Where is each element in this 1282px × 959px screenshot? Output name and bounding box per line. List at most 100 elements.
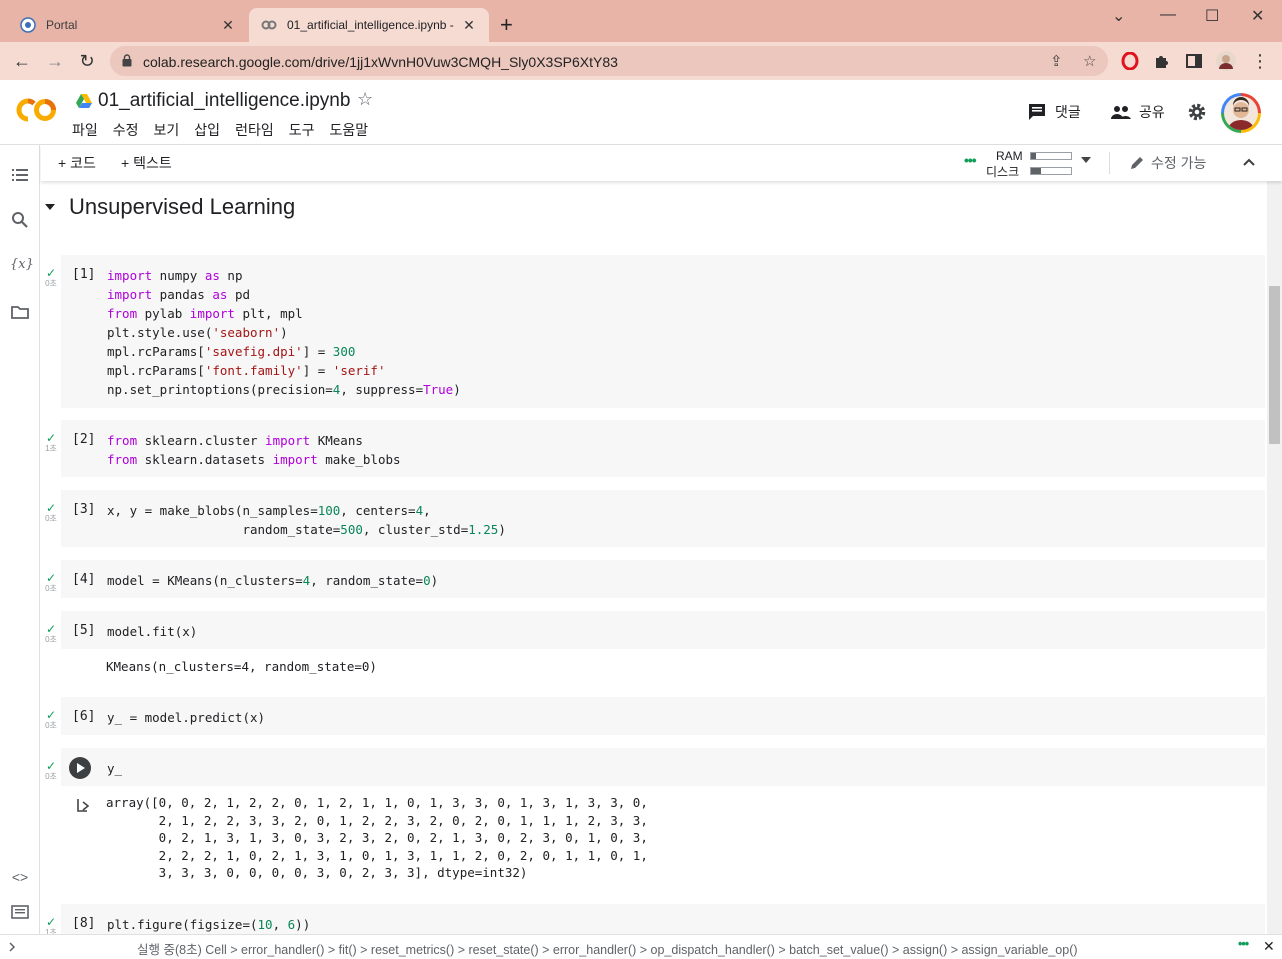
- menu-help[interactable]: 도움말: [329, 120, 368, 140]
- run-cell-play-icon[interactable]: [69, 757, 91, 779]
- code-cell[interactable]: y_: [61, 748, 1265, 786]
- cell-output: KMeans(n_clusters=4, random_state=0): [106, 659, 377, 674]
- reload-icon[interactable]: ↻: [76, 50, 98, 72]
- running-dots-icon: •••: [1238, 937, 1249, 951]
- editable-mode-button[interactable]: 수정 가능: [1129, 153, 1206, 173]
- check-icon: ✓: [45, 708, 57, 722]
- minimize-icon[interactable]: —: [1160, 6, 1176, 24]
- window-close-icon[interactable]: ✕: [1251, 6, 1264, 26]
- tab-portal[interactable]: Portal ✕: [8, 8, 248, 42]
- code-cell[interactable]: [6] y_ = model.predict(x): [61, 697, 1265, 735]
- cell-code[interactable]: import numpy as np import pandas as pd f…: [107, 266, 461, 399]
- scrollbar-thumb[interactable]: [1269, 286, 1280, 444]
- variables-icon[interactable]: {x}: [10, 255, 34, 275]
- ram-meter: [1030, 152, 1072, 160]
- code-cell[interactable]: [4] model = KMeans(n_clusters=4, random_…: [61, 560, 1265, 598]
- code-cell[interactable]: [5] model.fit(x): [61, 611, 1265, 649]
- check-icon: ✓: [45, 622, 57, 636]
- section-heading[interactable]: Unsupervised Learning: [45, 194, 295, 220]
- cell-code[interactable]: from sklearn.cluster import KMeans from …: [107, 431, 401, 469]
- check-icon: ✓: [45, 571, 57, 585]
- cell-output: array([0, 0, 2, 1, 2, 2, 0, 1, 2, 1, 1, …: [106, 795, 648, 880]
- code-cell[interactable]: [2] from sklearn.cluster import KMeans f…: [61, 420, 1265, 477]
- colab-logo-icon[interactable]: [14, 96, 58, 124]
- cell-code[interactable]: y_ = model.predict(x): [107, 708, 265, 727]
- close-icon[interactable]: ✕: [220, 17, 236, 34]
- output-actions-icon[interactable]: [75, 796, 93, 814]
- code-cell[interactable]: [1] import numpy as np import pandas as …: [61, 255, 1265, 408]
- cell-status: ✓ 0초: [43, 267, 59, 289]
- bookmark-star-icon[interactable]: ☆: [1083, 52, 1096, 70]
- exec-time: 0초: [45, 279, 57, 288]
- notebook-body: Unsupervised Learning ✓ 0초 [1] import nu…: [41, 181, 1267, 934]
- add-code-button[interactable]: + 코드: [58, 153, 96, 173]
- url-text: colab.research.google.com/drive/1jj1xWvn…: [143, 54, 618, 70]
- toolbar-divider: [1109, 152, 1110, 174]
- collapse-chevron-up-icon[interactable]: [1242, 157, 1256, 167]
- exec-time: 0초: [45, 584, 57, 593]
- share-button[interactable]: 공유: [1111, 102, 1165, 122]
- cell-prompt: [3]: [72, 502, 96, 517]
- share-page-icon[interactable]: ⇪: [1050, 52, 1063, 70]
- new-tab-icon[interactable]: +: [500, 14, 513, 36]
- code-cell[interactable]: [3] x, y = make_blobs(n_samples=100, cen…: [61, 490, 1265, 547]
- menu-tools[interactable]: 도구: [289, 120, 315, 140]
- browser-menu-icon[interactable]: ⋮: [1249, 50, 1271, 72]
- cell-status: ✓ 0초: [43, 709, 59, 731]
- resource-monitor[interactable]: ••• RAM 디스크: [961, 148, 1121, 179]
- cell-code[interactable]: x, y = make_blobs(n_samples=100, centers…: [107, 501, 506, 539]
- cell-code[interactable]: y_: [107, 759, 122, 778]
- exec-time: 1초: [45, 444, 57, 453]
- cell-prompt: [4]: [72, 572, 96, 587]
- cell-prompt: [2]: [72, 432, 96, 447]
- profile-avatar-icon[interactable]: [1216, 51, 1236, 71]
- browser-toolbar: ← → ↻ colab.research.google.com/drive/1j…: [0, 42, 1282, 80]
- cell-code[interactable]: model.fit(x): [107, 622, 197, 641]
- star-icon[interactable]: ☆: [357, 89, 373, 110]
- comment-button[interactable]: 댓글: [1028, 102, 1081, 122]
- menu-edit[interactable]: 수정: [113, 120, 139, 140]
- tab-title: 01_artificial_intelligence.ipynb -: [287, 18, 454, 32]
- colab-header: 01_artificial_intelligence.ipynb ☆ 파일 수정…: [0, 80, 1282, 145]
- disk-meter: [1030, 167, 1072, 175]
- opera-extension-icon[interactable]: [1121, 52, 1139, 70]
- close-icon[interactable]: ✕: [461, 17, 477, 34]
- extensions-puzzle-icon[interactable]: [1153, 52, 1171, 70]
- cell-status: ✓ 1초: [43, 432, 59, 454]
- menu-view[interactable]: 보기: [154, 120, 180, 140]
- menu-runtime[interactable]: 런타임: [235, 120, 274, 140]
- code-snippets-icon[interactable]: <>: [10, 867, 30, 887]
- search-icon[interactable]: [10, 210, 30, 230]
- forward-icon[interactable]: →: [44, 50, 66, 72]
- cell-code[interactable]: plt.figure(figsize=(10, 6)): [107, 915, 310, 934]
- collapse-triangle-icon[interactable]: [45, 204, 55, 210]
- side-panel-icon[interactable]: [1185, 52, 1203, 70]
- menu-bar: 파일 수정 보기 삽입 런타임 도구 도움말: [72, 120, 383, 140]
- add-text-button[interactable]: + 텍스트: [121, 153, 172, 173]
- check-icon: ✓: [45, 759, 57, 773]
- tab-notebook[interactable]: 01_artificial_intelligence.ipynb - ✕: [249, 8, 489, 42]
- files-folder-icon[interactable]: [10, 302, 30, 322]
- cell-prompt: [8]: [72, 916, 96, 931]
- vertical-scrollbar[interactable]: [1267, 181, 1282, 934]
- address-bar[interactable]: colab.research.google.com/drive/1jj1xWvn…: [110, 46, 1108, 76]
- maximize-icon[interactable]: ☐: [1205, 6, 1219, 26]
- back-icon[interactable]: ←: [11, 50, 33, 72]
- resource-dropdown-icon[interactable]: [1081, 157, 1091, 163]
- account-avatar[interactable]: [1221, 93, 1261, 133]
- notebook-toolbar: + 코드 + 텍스트 ••• RAM 디스크 수정 가능: [41, 145, 1282, 181]
- expand-chevron-icon[interactable]: [8, 942, 16, 952]
- table-of-contents-icon[interactable]: [10, 165, 30, 185]
- menu-insert[interactable]: 삽입: [194, 120, 220, 140]
- check-icon: ✓: [45, 431, 57, 445]
- notebook-title[interactable]: 01_artificial_intelligence.ipynb: [76, 90, 350, 112]
- section-title: Unsupervised Learning: [69, 194, 296, 219]
- command-palette-icon[interactable]: [10, 902, 30, 922]
- close-icon[interactable]: ✕: [1263, 938, 1275, 955]
- user-face-icon: [1228, 97, 1254, 130]
- cell-code[interactable]: model = KMeans(n_clusters=4, random_stat…: [107, 571, 438, 590]
- code-cell[interactable]: [8] plt.figure(figsize=(10, 6)): [61, 904, 1265, 934]
- menu-file[interactable]: 파일: [72, 120, 98, 140]
- tab-search-icon[interactable]: ⌄: [1112, 6, 1125, 26]
- settings-gear-icon[interactable]: [1187, 102, 1207, 122]
